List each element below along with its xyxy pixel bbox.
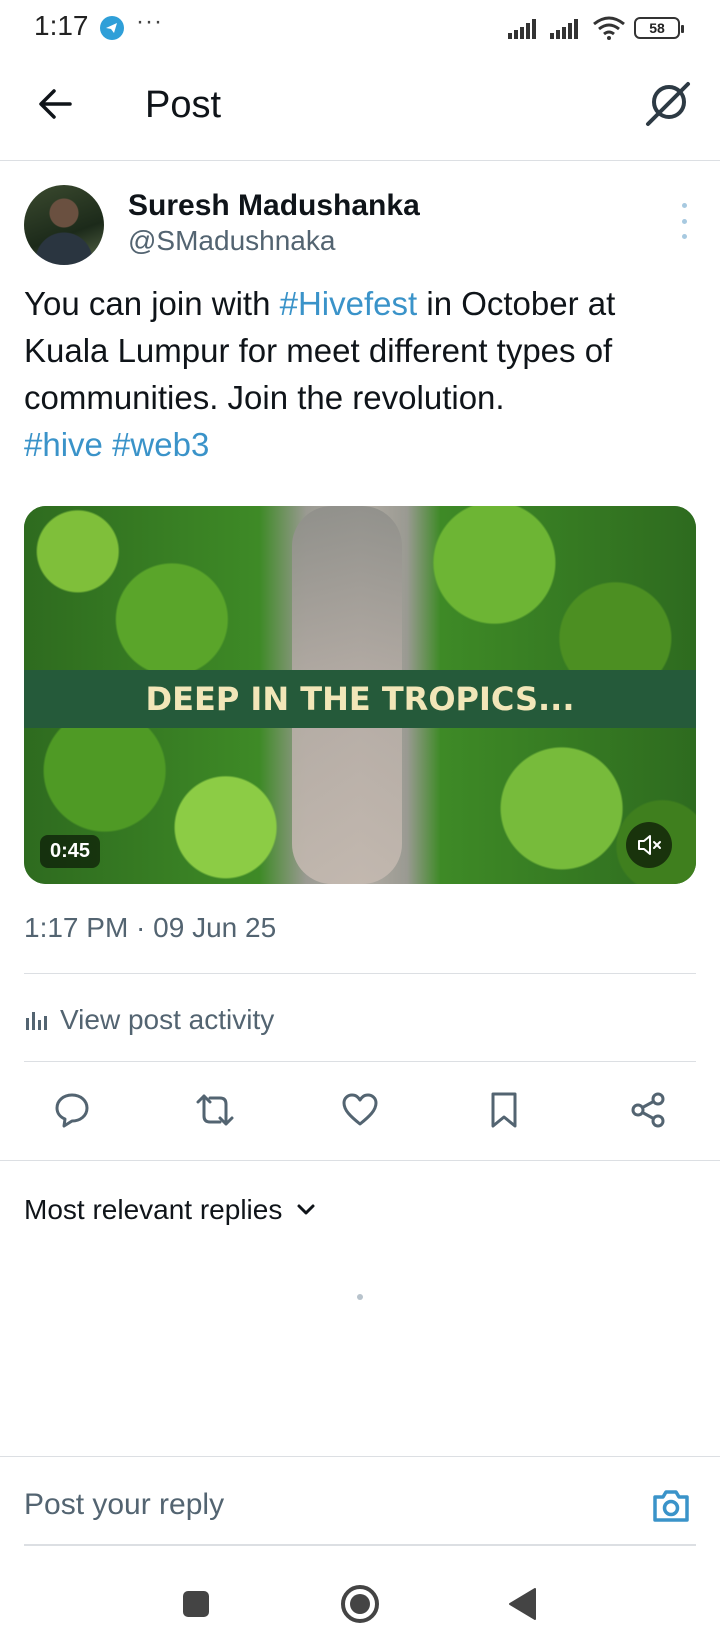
activity-label: View post activity <box>60 1004 275 1035</box>
app-header: Post <box>0 56 720 161</box>
reply-composer <box>24 1480 696 1546</box>
signal-icon-2 <box>550 19 578 39</box>
repost-icon <box>196 1094 234 1126</box>
status-bar: 1:17 ··· 58 <box>0 0 720 56</box>
video-duration: 0:45 <box>40 835 101 868</box>
post-text: You can join with #Hivefest in October a… <box>24 280 704 468</box>
reply-input[interactable] <box>24 1488 584 1522</box>
section-divider <box>0 1456 720 1457</box>
battery-indicator: 58 <box>634 17 684 39</box>
view-post-activity[interactable]: View post activity <box>24 1000 274 1040</box>
camera-button[interactable] <box>650 1486 692 1526</box>
heart-icon <box>342 1093 378 1126</box>
system-nav-bar <box>0 1560 720 1650</box>
divider <box>24 973 696 974</box>
video-player[interactable]: DEEP IN THE TROPICS... 0:45 <box>24 506 696 884</box>
loading-indicator <box>357 1294 363 1300</box>
hashtag-link[interactable]: #web3 <box>112 426 209 463</box>
post-timestamp: 1:17 PM · 09 Jun 25 <box>24 912 277 943</box>
share-button[interactable] <box>626 1088 670 1132</box>
post-author: Suresh Madushanka @SMadushnaka <box>24 185 696 267</box>
author-name[interactable]: Suresh Madushanka <box>128 189 420 223</box>
volume-muted-icon <box>638 835 661 855</box>
more-options-button[interactable] <box>676 203 692 239</box>
telegram-icon <box>100 16 124 40</box>
like-button[interactable] <box>338 1088 382 1132</box>
avatar[interactable] <box>24 185 104 265</box>
system-back-button[interactable] <box>500 1582 544 1626</box>
triangle-back-icon <box>509 1588 536 1620</box>
more-vertical-icon-dot <box>681 234 687 239</box>
grok-button[interactable] <box>642 78 694 130</box>
page-title: Post <box>145 84 222 126</box>
home-button[interactable] <box>338 1582 382 1626</box>
bar-chart-icon <box>26 1012 47 1030</box>
signal-icon <box>508 19 536 39</box>
more-vertical-icon-dot <box>681 218 687 224</box>
recents-button[interactable] <box>174 1582 218 1626</box>
camera-icon <box>653 1490 689 1522</box>
bookmark-button[interactable] <box>482 1088 526 1132</box>
grok-icon <box>646 82 690 126</box>
arrow-left-icon <box>39 89 72 119</box>
replies-sort-dropdown[interactable]: Most relevant replies <box>24 1190 318 1230</box>
hashtag-link[interactable]: #Hivefest <box>280 285 418 322</box>
repost-button[interactable] <box>193 1088 237 1132</box>
author-handle[interactable]: @SMadushnaka <box>128 225 335 257</box>
square-icon <box>183 1591 209 1617</box>
video-caption-banner: DEEP IN THE TROPICS... <box>24 670 696 728</box>
comment-icon <box>55 1093 89 1128</box>
post-text-part: You can join with <box>24 285 280 322</box>
status-time: 1:17 <box>34 10 89 41</box>
share-icon <box>631 1092 665 1128</box>
replies-sort-label: Most relevant replies <box>24 1194 283 1225</box>
back-button[interactable] <box>34 82 78 126</box>
status-indicators: 58 <box>508 14 684 42</box>
divider <box>24 1061 696 1062</box>
more-vertical-icon <box>681 203 687 208</box>
home-circle-icon <box>341 1585 379 1623</box>
action-bar <box>0 1080 720 1140</box>
wifi-icon <box>593 16 625 40</box>
section-divider <box>0 1160 720 1161</box>
hashtag-link[interactable]: #hive <box>24 426 103 463</box>
reply-button[interactable] <box>50 1088 94 1132</box>
notification-overflow-icon: ··· <box>136 8 163 35</box>
chevron-down-icon <box>297 1204 315 1215</box>
bookmark-icon <box>491 1092 517 1128</box>
mute-button[interactable] <box>626 822 672 868</box>
video-caption: DEEP IN THE TROPICS... <box>145 680 575 718</box>
